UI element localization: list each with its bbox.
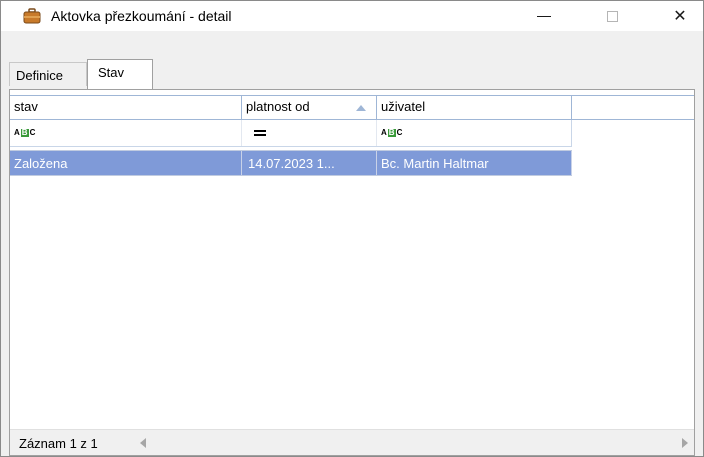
status-grid: stav platnost od uživatel A B C A B C Za…: [10, 90, 694, 428]
close-icon: ✕: [673, 8, 687, 25]
filter-cell-stav[interactable]: A B C: [10, 120, 242, 146]
text-filter-icon: A B C: [381, 128, 403, 137]
grid-filter-row: A B C A B C: [10, 120, 572, 147]
column-header-uzivatel[interactable]: uživatel: [377, 96, 572, 119]
status-bar: Záznam 1 z 1: [10, 429, 694, 455]
minimize-button[interactable]: [521, 1, 567, 31]
text-filter-icon: A B C: [14, 128, 36, 137]
column-header-empty: [572, 96, 694, 119]
close-button[interactable]: ✕: [657, 1, 703, 31]
scroll-right-icon[interactable]: [682, 438, 688, 448]
maximize-button[interactable]: [589, 1, 635, 31]
filter-cell-uzivatel[interactable]: A B C: [377, 120, 572, 146]
column-header-stav[interactable]: stav: [10, 96, 242, 119]
grid-header-row: stav platnost od uživatel: [10, 95, 694, 120]
table-row[interactable]: Založena 14.07.2023 1... Bc. Martin Halt…: [10, 150, 572, 176]
filter-cell-platnost-od[interactable]: [242, 120, 377, 146]
cell-platnost-od: 14.07.2023 1...: [242, 151, 377, 175]
window-title: Aktovka přezkoumání - detail: [51, 8, 232, 24]
tab-stav[interactable]: Stav: [87, 59, 153, 89]
column-header-label: platnost od: [246, 99, 310, 114]
detail-window: Aktovka přezkoumání - detail ✕ Definice …: [0, 0, 704, 457]
sort-ascending-icon: [356, 105, 366, 111]
minimize-icon: [537, 15, 551, 17]
stav-panel: stav platnost od uživatel A B C A B C Za…: [9, 89, 695, 456]
record-counter: Záznam 1 z 1: [19, 436, 98, 451]
maximize-icon: [606, 10, 618, 22]
cell-stav: Založena: [10, 151, 242, 175]
tab-definice[interactable]: Definice: [9, 62, 87, 86]
title-bar[interactable]: Aktovka přezkoumání - detail ✕: [1, 1, 703, 31]
column-header-platnost-od[interactable]: platnost od: [242, 96, 377, 119]
equals-filter-icon: [254, 130, 266, 136]
briefcase-icon: [23, 8, 41, 24]
cell-uzivatel: Bc. Martin Haltmar: [377, 151, 572, 175]
tab-strip: Definice Stav: [9, 59, 695, 89]
scroll-left-icon[interactable]: [140, 438, 146, 448]
